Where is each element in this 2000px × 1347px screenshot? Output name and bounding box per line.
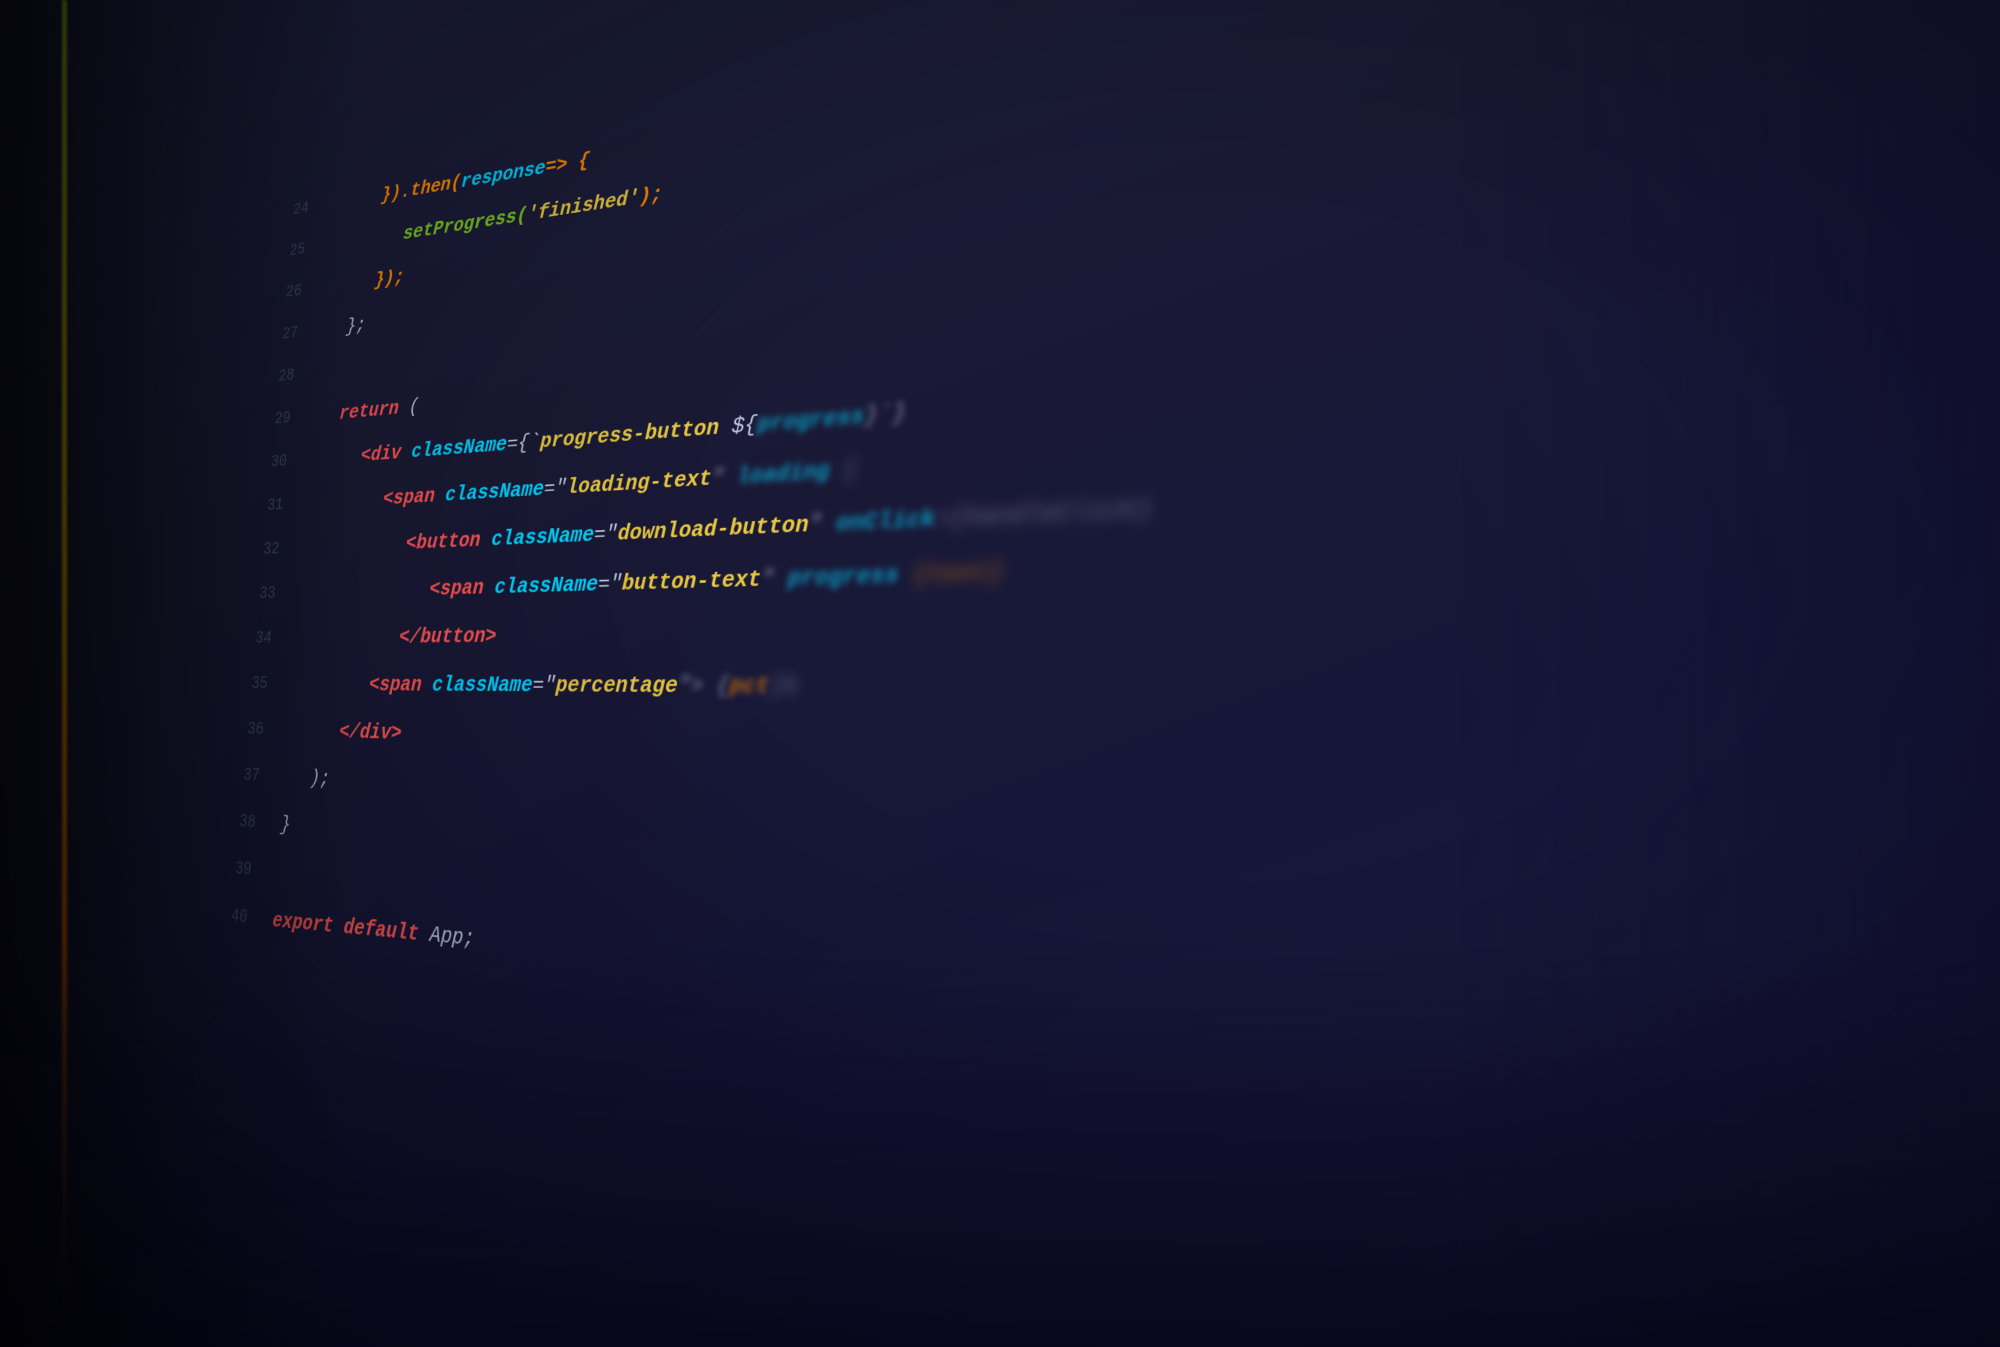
line-num-30: 30 (269, 440, 289, 485)
token-export: export (271, 896, 336, 951)
code-content: 24 25 26 27 28 29 30 31 32 33 34 35 36 3… (182, 0, 2000, 1347)
token: App; (417, 908, 476, 965)
token: progress (757, 403, 865, 438)
line-num-38: 38 (237, 799, 257, 847)
token: className (433, 465, 545, 519)
token: className (482, 559, 599, 611)
token: ( (397, 384, 421, 431)
token: button-text (621, 553, 762, 609)
line-num-26: 26 (284, 270, 303, 314)
token: progress (787, 561, 899, 592)
token: <button (404, 516, 482, 566)
token-return: return (338, 386, 401, 436)
token: <span (382, 473, 437, 522)
token: ={handleClick} (935, 494, 1153, 533)
token: </button> (398, 611, 498, 660)
line-num-28: 28 (277, 354, 296, 398)
line-num-32: 32 (261, 527, 281, 572)
token: " (761, 565, 789, 593)
token: }% (769, 672, 797, 700)
token: ); (308, 755, 332, 803)
token: { (703, 672, 730, 700)
line-num-27: 27 (280, 312, 299, 356)
token: "> (677, 672, 704, 699)
token: ); (638, 170, 664, 220)
token: => { (544, 138, 591, 190)
token: =" (597, 558, 623, 609)
token: }); (373, 255, 406, 302)
token: <span (428, 564, 485, 613)
token: pct (729, 672, 770, 700)
token: " (711, 464, 738, 492)
accent-bar (62, 0, 67, 1347)
token: {text} (899, 558, 1003, 590)
token: ${ (718, 399, 758, 453)
token: }`} (864, 399, 907, 430)
token: </div> (338, 708, 404, 757)
token: { (829, 456, 857, 485)
line-num-29: 29 (273, 397, 292, 441)
token: }; (345, 303, 368, 349)
token: className (479, 510, 595, 564)
line-num-39: 39 (233, 846, 253, 895)
line-num-34: 34 (254, 616, 274, 661)
line-num-24: 24 (291, 188, 310, 232)
token: loading (737, 457, 830, 490)
token: ={` (506, 418, 542, 468)
token: onClick (836, 505, 936, 538)
code-lines: }).then(response => { setProgress('finis… (258, 0, 2000, 1166)
token: =" (543, 463, 569, 513)
line-num-25: 25 (288, 229, 307, 273)
token: " (808, 510, 836, 539)
token: className (420, 660, 534, 710)
token: } (279, 801, 293, 849)
token-default: default (342, 902, 421, 959)
line-num-37: 37 (241, 753, 261, 800)
code-screenshot: 24 25 26 27 28 29 30 31 32 33 34 35 36 3… (0, 0, 2000, 1347)
token: className (400, 421, 509, 475)
line-num-35: 35 (250, 661, 270, 707)
token: <div (359, 430, 403, 478)
line-num-31: 31 (265, 483, 285, 528)
line-num-40: 40 (229, 893, 250, 942)
line-num-36: 36 (245, 707, 265, 753)
token: =" (593, 509, 619, 560)
token: <span (367, 661, 423, 709)
token: loading-text (565, 453, 712, 512)
token: percentage (554, 660, 678, 713)
line-num-33: 33 (257, 571, 277, 616)
token: download-button (617, 498, 810, 558)
token: =" (531, 660, 557, 711)
